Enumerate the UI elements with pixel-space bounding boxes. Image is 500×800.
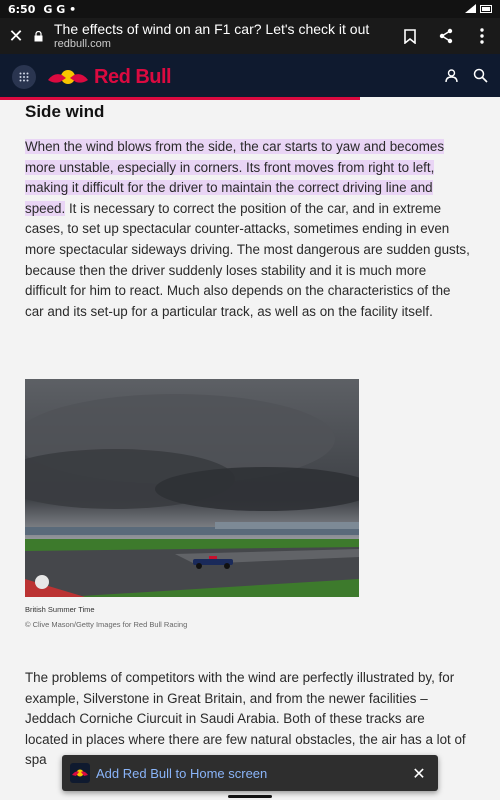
battery-icon — [480, 5, 492, 13]
app-icon — [70, 763, 90, 783]
article-paragraph: When the wind blows from the side, the c… — [25, 137, 470, 322]
more-vert-icon[interactable] — [464, 18, 500, 54]
bookmark-icon[interactable] — [392, 18, 428, 54]
close-icon[interactable]: ✕ — [408, 764, 430, 783]
add-to-home-banner[interactable]: Add Red Bull to Home screen ✕ — [62, 755, 438, 791]
site-header: Red Bull — [0, 54, 500, 100]
status-time: 6:50 — [8, 2, 36, 16]
close-icon[interactable]: ✕ — [0, 18, 32, 54]
page-title: The effects of wind on an F1 car? Let's … — [54, 22, 370, 38]
image-caption: British Summer Time — [25, 605, 95, 614]
grid-menu-icon[interactable] — [12, 65, 36, 89]
red-bull-logo[interactable]: Red Bull — [46, 65, 172, 89]
page-url: redbull.com — [54, 37, 111, 50]
share-icon[interactable] — [428, 18, 464, 54]
image-credit: © Clive Mason/Getty Images for Red Bull … — [25, 620, 188, 629]
browser-toolbar: ✕ The effects of wind on an F1 car? Let'… — [0, 18, 500, 54]
search-icon[interactable] — [473, 68, 488, 87]
article-photo[interactable] — [25, 379, 359, 597]
lock-icon[interactable] — [32, 30, 44, 42]
section-heading: Side wind — [25, 102, 105, 121]
profile-icon[interactable] — [444, 68, 459, 87]
red-bull-emblem-icon — [48, 70, 88, 84]
status-bar: 6:50 G G • — [0, 0, 500, 18]
paragraph-text: It is necessary to correct the position … — [25, 200, 470, 319]
signal-icon — [465, 3, 476, 16]
notification-icons: G G • — [43, 2, 77, 16]
logo-text: Red Bull — [94, 65, 172, 88]
article-body: Side wind When the wind blows from the s… — [25, 100, 470, 767]
add-to-home-label[interactable]: Add Red Bull to Home screen — [96, 766, 267, 781]
tab-title-block[interactable]: The effects of wind on an F1 car? Let's … — [54, 22, 392, 49]
gesture-nav-handle[interactable] — [228, 795, 272, 798]
